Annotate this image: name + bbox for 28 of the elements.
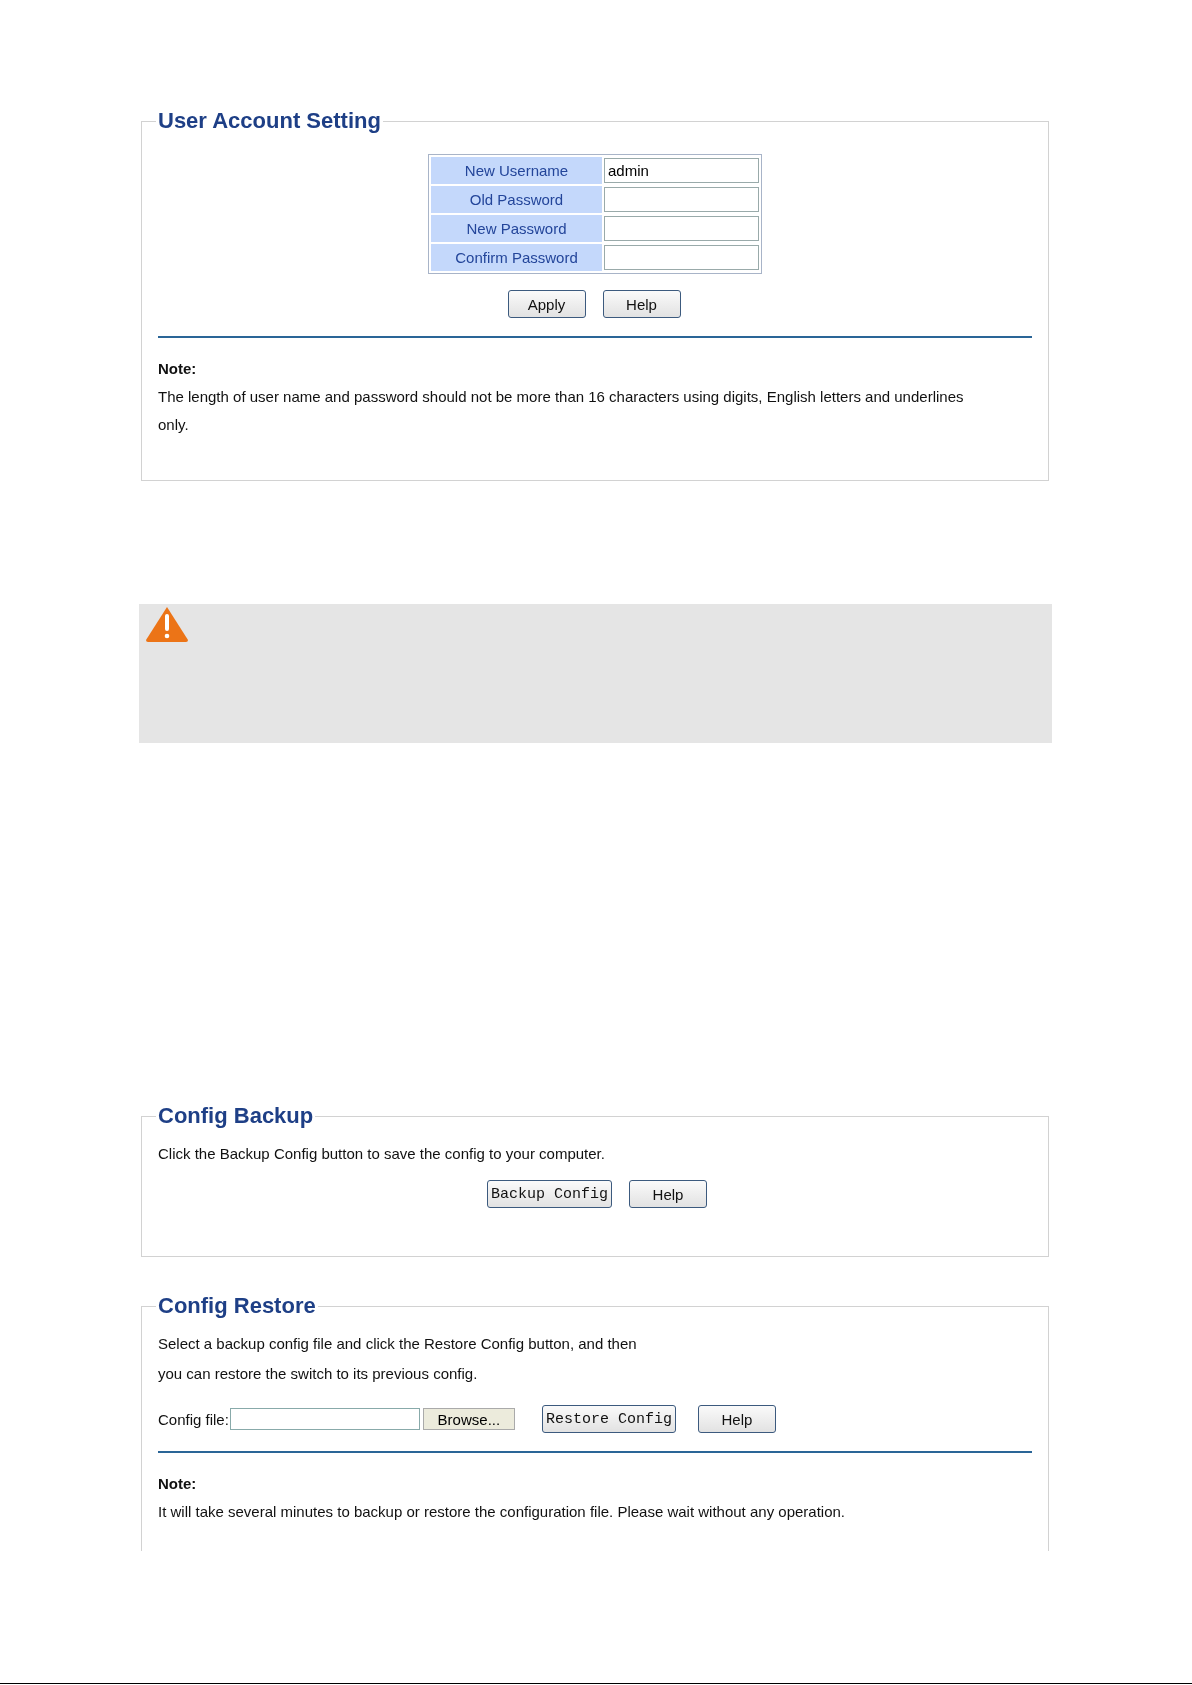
form-button[interactable]: Restore Config xyxy=(541,1405,676,1433)
input-field[interactable] xyxy=(604,187,759,212)
form-button[interactable]: Help xyxy=(602,290,681,318)
panel-title: Config Backup xyxy=(157,1103,315,1129)
form-button[interactable]: Backup Config xyxy=(487,1180,612,1208)
description-text: Click the Backup Config button to save the config to your computer. xyxy=(158,1145,606,1162)
form-button[interactable]: Help xyxy=(629,1180,707,1208)
field-label: Confirm Password xyxy=(431,244,602,271)
field-label: New Username xyxy=(431,157,602,184)
warning-icon xyxy=(145,606,189,642)
form-button[interactable]: Help xyxy=(697,1405,776,1433)
input-field[interactable] xyxy=(604,245,759,270)
browse-button[interactable]: Browse... xyxy=(422,1408,515,1430)
note-text: The length of user name and password should not be more than 16 characters using digits, English letters and underlines only. xyxy=(158,387,965,435)
field-label: Config file: xyxy=(158,1410,229,1428)
field-label: Old Password xyxy=(431,186,602,213)
note-title: Note: xyxy=(158,360,198,377)
panel-title: Config Restore xyxy=(157,1293,317,1319)
field-label: New Password xyxy=(431,215,602,242)
description-text: Select a backup config file and click the Restore Config button, and then xyxy=(158,1334,638,1354)
input-field[interactable]: admin xyxy=(604,158,759,183)
file-field[interactable] xyxy=(229,1408,420,1430)
form-button[interactable]: Apply xyxy=(507,290,586,318)
note-title: Note: xyxy=(158,1475,198,1492)
note-text: It will take several minutes to backup or restore the configuration file. Please wait without any operation. xyxy=(158,1502,847,1522)
panel-title: User Account Setting xyxy=(157,108,382,134)
input-field[interactable] xyxy=(604,216,759,241)
description-text: you can restore the switch to its previous config. xyxy=(158,1364,479,1384)
